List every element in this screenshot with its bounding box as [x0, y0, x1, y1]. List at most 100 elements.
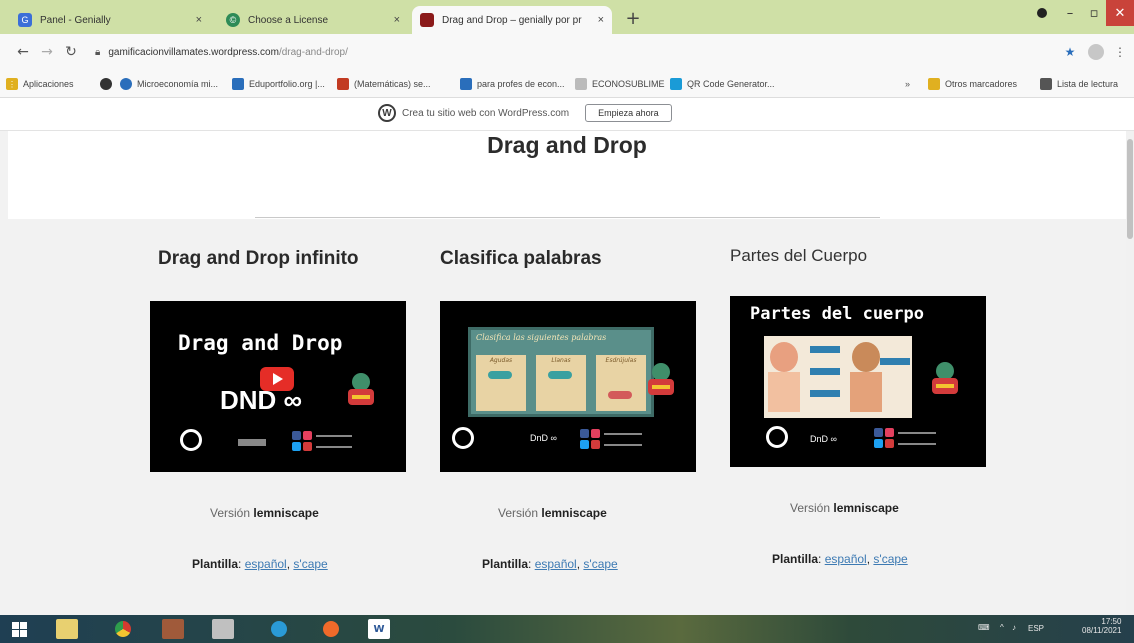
new-tab-button[interactable]: +: [623, 10, 643, 30]
page-scrollbar[interactable]: [1126, 131, 1134, 615]
link-scape[interactable]: s'cape: [873, 552, 907, 566]
card-heading: Drag and Drop infinito: [158, 248, 359, 270]
card-heading: Partes del Cuerpo: [730, 246, 867, 266]
maximize-icon[interactable]: ▫: [1082, 0, 1106, 26]
bookmark-eduportfolio[interactable]: Eduportfolio.org |...: [232, 76, 325, 92]
reload-icon[interactable]: ↻: [62, 43, 80, 61]
page-content: Drag and Drop Drag and Drop infinito Dra…: [0, 131, 1134, 615]
page-title: Drag and Drop: [487, 132, 647, 158]
plantilla-links: Plantilla: español, s'cape: [772, 552, 908, 566]
address-bar-row: ← → ↻ 🔒︎ gamificacionvillamates.wordpres…: [0, 34, 1134, 70]
social-handle-line: [898, 443, 936, 445]
bookmark-lista-lectura[interactable]: Lista de lectura: [1040, 76, 1118, 92]
reading-list-icon: [1040, 78, 1052, 90]
social-handle-line: [316, 446, 352, 448]
avatar: [1088, 44, 1104, 60]
bookmark-matematicas[interactable]: (Matemáticas) se...: [337, 76, 431, 92]
creative-commons-icon: ©: [226, 13, 240, 27]
menu-kebab-icon[interactable]: ⋮: [1110, 42, 1130, 62]
label-chip: [810, 368, 840, 375]
url-path: /drag-and-drop/: [278, 46, 348, 58]
column-label: Esdrújulas: [605, 357, 637, 364]
bookmark-more-chevron[interactable]: »: [905, 76, 910, 92]
folder-icon: [460, 78, 472, 90]
volume-icon[interactable]: ♪: [1012, 623, 1016, 632]
video-thumbnail[interactable]: Partes del cuerpo DnD ∞: [730, 296, 986, 467]
genially-logo-icon: [766, 426, 788, 448]
divider: [255, 217, 880, 218]
close-tab-icon[interactable]: ×: [598, 14, 604, 26]
tab-choose-license[interactable]: © Choose a License ×: [218, 6, 408, 34]
wordpress-banner-text[interactable]: Crea tu sitio web con WordPress.com: [402, 108, 569, 119]
clock[interactable]: 17:50 08/11/2021: [1082, 617, 1121, 635]
column-label: Agudas: [489, 357, 513, 364]
child-figure: [770, 342, 798, 372]
firefox-icon[interactable]: [320, 619, 342, 639]
back-arrow-icon[interactable]: ←: [14, 43, 32, 61]
keyboard-icon[interactable]: ⌨: [978, 623, 990, 632]
tab-genially[interactable]: G Panel - Genially ×: [10, 6, 210, 34]
bookmark-qr-generator[interactable]: QR Code Generator...: [670, 76, 775, 92]
bookmark-github[interactable]: [100, 76, 117, 92]
bookmark-apps[interactable]: ⋮ Aplicaciones: [6, 76, 74, 92]
thumbnail-title: Drag and Drop: [178, 331, 343, 355]
minimize-icon[interactable]: –: [1058, 0, 1082, 26]
folder-icon: [928, 78, 940, 90]
bookmark-profes-economia[interactable]: para profes de econ...: [460, 76, 565, 92]
tab-title: Panel - Genially: [40, 14, 111, 26]
windows-start-icon[interactable]: [8, 619, 30, 639]
dnd-mark-icon: [238, 439, 266, 446]
qr-code-icon: [670, 78, 682, 90]
input-language[interactable]: ESP: [1028, 624, 1044, 633]
video-thumbnail[interactable]: Clasifica las siguientes palabras Agudas…: [440, 301, 696, 472]
profile-avatar[interactable]: [1086, 42, 1106, 62]
link-espanol[interactable]: español: [825, 552, 867, 566]
bookmark-star-icon[interactable]: ★: [1060, 42, 1080, 62]
bookmark-otros-marcadores[interactable]: Otros marcadores: [928, 76, 1017, 92]
tray-chevron-icon[interactable]: ^: [1000, 623, 1004, 632]
clock-time: 17:50: [1101, 617, 1122, 626]
edge-icon[interactable]: [268, 619, 290, 639]
url-field[interactable]: 🔒︎ gamificacionvillamates.wordpress.com /…: [95, 38, 1055, 66]
version-text: Versión lemniscape: [790, 501, 899, 515]
genially-favicon-icon: G: [18, 13, 32, 27]
empieza-ahora-button[interactable]: Empieza ahora: [585, 104, 672, 122]
app-icon[interactable]: [162, 619, 184, 639]
bookmark-microeconomia[interactable]: Microeconomía mi...: [120, 76, 218, 92]
word-icon[interactable]: W: [368, 619, 390, 639]
globe-icon: [120, 78, 132, 90]
link-espanol[interactable]: español: [245, 557, 287, 571]
close-tab-icon[interactable]: ×: [196, 14, 202, 26]
mascot-icon: [346, 373, 376, 407]
chevron-right-icon: »: [905, 79, 911, 89]
close-window-icon[interactable]: ✕: [1106, 0, 1134, 26]
wordpress-logo-icon[interactable]: W: [378, 104, 396, 122]
thumbnail-subtitle: DnD ∞: [810, 434, 837, 444]
close-tab-icon[interactable]: ×: [394, 14, 400, 26]
scrollbar-thumb[interactable]: [1127, 139, 1133, 239]
bookmarks-bar: ⋮ Aplicaciones Microeconomía mi... Edupor…: [0, 70, 1134, 98]
video-thumbnail[interactable]: Drag and Drop DND ∞: [150, 301, 406, 472]
card-heading-text: Partes del Cuerpo: [730, 246, 868, 265]
github-icon: [100, 78, 112, 90]
tab-drag-and-drop[interactable]: Drag and Drop – genially por pr ×: [412, 6, 612, 34]
url-domain: gamificacionvillamates.wordpress.com: [108, 46, 279, 58]
link-scape[interactable]: s'cape: [293, 557, 327, 571]
label-chip: [880, 358, 910, 365]
profile-dot-icon[interactable]: [1032, 0, 1052, 26]
facebook-icon: [292, 431, 301, 440]
chrome-icon[interactable]: [112, 619, 134, 639]
link-espanol[interactable]: español: [535, 557, 577, 571]
clock-date: 08/11/2021: [1082, 626, 1122, 635]
link-scape[interactable]: s'cape: [583, 557, 617, 571]
bookmark-econosublime[interactable]: ECONOSUBLIME: [575, 76, 665, 92]
file-explorer-icon[interactable]: [56, 619, 78, 639]
app-icon[interactable]: [212, 619, 234, 639]
label-chip: [810, 390, 840, 397]
blogger-icon: [337, 78, 349, 90]
forward-arrow-icon[interactable]: →: [38, 43, 56, 61]
social-handle-line: [898, 432, 936, 434]
browser-tab-bar: G Panel - Genially × © Choose a License …: [0, 0, 1134, 34]
thumbnail-title: Partes del cuerpo: [750, 304, 924, 324]
board-title: Clasifica las siguientes palabras: [476, 333, 607, 342]
